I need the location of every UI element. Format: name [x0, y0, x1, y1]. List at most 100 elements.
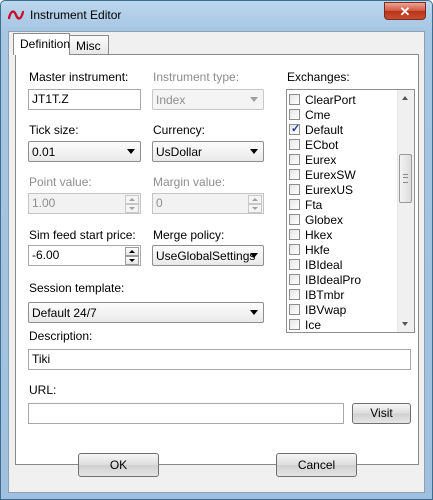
scroll-down-icon[interactable]: [402, 322, 408, 326]
tick-size-select[interactable]: 0.01: [28, 141, 141, 162]
exchange-name: ECbot: [305, 138, 339, 152]
chevron-down-icon: [250, 253, 258, 258]
exchanges-scrollbar[interactable]: [397, 90, 414, 332]
sim-feed-spin-up[interactable]: [125, 247, 139, 256]
exchange-checkbox[interactable]: ✓: [289, 123, 301, 135]
exchange-item[interactable]: EurexUS: [289, 183, 399, 198]
instrument-type-value: Index: [156, 93, 186, 107]
exchange-item[interactable]: IBIdeal: [289, 258, 399, 273]
session-template-select[interactable]: Default 24/7: [28, 302, 264, 323]
ok-button[interactable]: OK: [78, 453, 159, 477]
tab-misc[interactable]: Misc: [69, 35, 109, 55]
point-value-input[interactable]: 1.00: [28, 193, 141, 214]
point-value-value: 1.00: [32, 196, 56, 210]
instrument-type-select[interactable]: Index: [152, 89, 264, 110]
session-template-label: Session template:: [29, 281, 125, 295]
exchange-item[interactable]: Eurex: [289, 153, 399, 168]
sim-feed-start-price-value: -6.00: [32, 248, 60, 262]
exchange-name: Default: [305, 123, 344, 137]
exchange-checkbox[interactable]: [289, 139, 300, 150]
scrollbar-thumb[interactable]: [399, 154, 412, 203]
exchange-item[interactable]: Ice: [289, 318, 399, 332]
exchange-checkbox[interactable]: [289, 184, 300, 195]
exchange-item[interactable]: Cme: [289, 108, 399, 123]
exchange-checkbox[interactable]: [289, 199, 300, 210]
chevron-down-icon: [250, 149, 258, 154]
grip-icon: [403, 174, 408, 183]
exchange-item[interactable]: ECbot: [289, 138, 399, 153]
point-value-spin-down[interactable]: [125, 204, 139, 213]
exchange-item[interactable]: IBVwap: [289, 303, 399, 318]
exchange-checkbox[interactable]: [289, 109, 300, 120]
cancel-button[interactable]: Cancel: [276, 453, 357, 477]
point-value-spin-up[interactable]: [125, 195, 139, 204]
definition-panel: Master instrument: JT1T.Z Instrument typ…: [15, 54, 419, 465]
exchanges-list[interactable]: ClearPort Cme ✓ Default ECbot Eurex EurexSW Eur…: [286, 89, 415, 333]
arrow-up-icon: [252, 198, 258, 201]
arrow-down-icon: [252, 207, 258, 210]
checkmark-icon: ✓: [291, 123, 301, 135]
merge-policy-select[interactable]: UseGlobalSettings: [152, 245, 264, 266]
exchange-item[interactable]: Fta: [289, 198, 399, 213]
exchange-item[interactable]: Globex: [289, 213, 399, 228]
chevron-down-icon: [250, 97, 258, 102]
exchange-checkbox[interactable]: [289, 154, 300, 165]
master-instrument-input[interactable]: JT1T.Z: [28, 89, 141, 110]
exchange-name: Globex: [305, 213, 344, 227]
exchange-name: EurexSW: [305, 168, 356, 182]
currency-select[interactable]: UsDollar: [152, 141, 264, 162]
exchange-checkbox[interactable]: [289, 214, 300, 225]
exchange-checkbox[interactable]: [289, 274, 300, 285]
merge-policy-label: Merge policy:: [153, 228, 225, 242]
point-value-label: Point value:: [29, 175, 92, 189]
instrument-editor-window: Instrument Editor ✕ Definition Misc Mast…: [0, 0, 433, 500]
exchange-item[interactable]: IBTmbr: [289, 288, 399, 303]
exchange-name: Ice: [305, 318, 322, 332]
currency-value: UsDollar: [156, 145, 203, 159]
scroll-up-icon[interactable]: [402, 96, 408, 100]
exchange-checkbox[interactable]: [289, 304, 300, 315]
tab-definition-label: Definition: [20, 37, 71, 51]
exchange-checkbox[interactable]: [289, 244, 300, 255]
exchange-item[interactable]: ✓ Default: [289, 123, 399, 138]
exchange-checkbox[interactable]: [289, 319, 300, 330]
exchange-name: IBVwap: [305, 303, 347, 317]
tab-definition[interactable]: Definition: [13, 33, 70, 55]
url-input[interactable]: [28, 403, 344, 424]
exchange-item[interactable]: EurexSW: [289, 168, 399, 183]
title-bar[interactable]: Instrument Editor ✕: [1, 1, 432, 29]
exchange-item[interactable]: Hkfe: [289, 243, 399, 258]
arrow-up-icon: [129, 198, 135, 201]
tab-misc-label: Misc: [76, 39, 101, 53]
exchange-name: IBIdealPro: [305, 273, 362, 287]
exchange-name: Hkfe: [305, 243, 330, 257]
margin-value-input[interactable]: 0: [152, 193, 264, 214]
margin-value-spin-down[interactable]: [248, 204, 262, 213]
exchange-item[interactable]: Hkex: [289, 228, 399, 243]
arrow-down-icon: [129, 207, 135, 210]
exchange-checkbox[interactable]: [289, 169, 300, 180]
visit-button[interactable]: Visit: [352, 403, 411, 424]
exchange-checkbox[interactable]: [289, 229, 300, 240]
description-input[interactable]: Tiki: [28, 349, 411, 370]
sim-feed-start-price-input[interactable]: -6.00: [28, 245, 141, 266]
exchange-name: Fta: [305, 198, 323, 212]
arrow-down-icon: [129, 259, 135, 262]
exchange-checkbox[interactable]: [289, 289, 300, 300]
exchange-item[interactable]: IBIdealPro: [289, 273, 399, 288]
session-template-value: Default 24/7: [32, 306, 97, 320]
exchange-checkbox[interactable]: [289, 259, 300, 270]
margin-value-spin-up[interactable]: [248, 195, 262, 204]
margin-value-value: 0: [156, 196, 163, 210]
currency-label: Currency:: [153, 123, 206, 137]
master-instrument-label: Master instrument:: [29, 70, 129, 84]
instrument-type-label: Instrument type:: [153, 70, 240, 84]
exchange-name: IBTmbr: [305, 288, 345, 302]
merge-policy-value: UseGlobalSettings: [156, 249, 256, 263]
close-button[interactable]: ✕: [384, 2, 426, 20]
description-label: Description:: [29, 329, 93, 343]
exchange-name: EurexUS: [305, 183, 354, 197]
exchange-item[interactable]: ClearPort: [289, 93, 399, 108]
exchange-checkbox[interactable]: [289, 94, 300, 105]
sim-feed-spin-down[interactable]: [125, 256, 139, 265]
